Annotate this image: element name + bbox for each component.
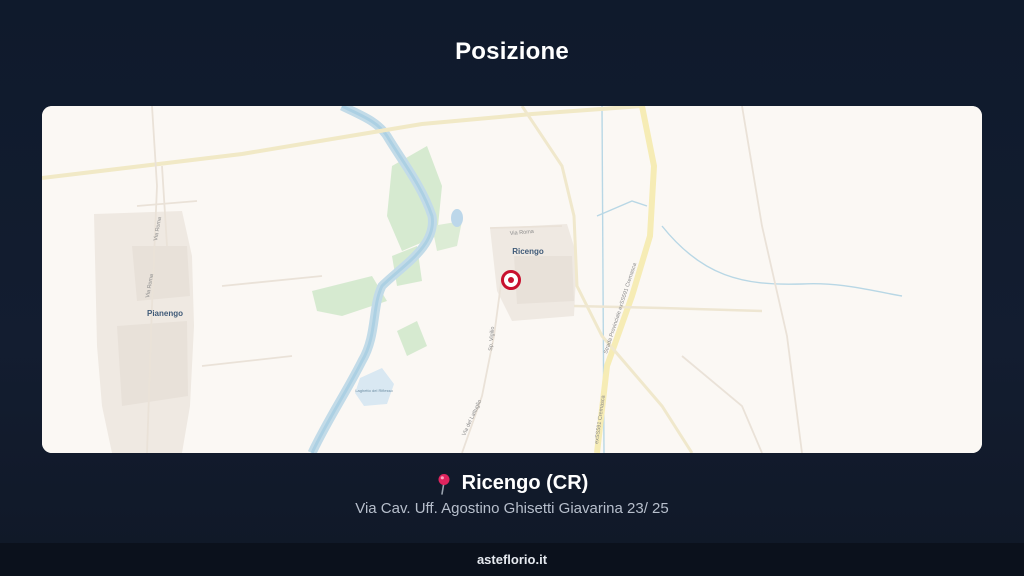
map-label-pianengo: Pianengo	[147, 309, 183, 318]
map-label-ricengo: Ricengo	[512, 247, 544, 256]
lake-label: Laghetto del Riflesso	[355, 388, 393, 393]
round-pushpin-icon	[438, 473, 450, 495]
map-view[interactable]: Ricengo Pianengo Via Roma Via Roma Via R…	[42, 106, 982, 453]
footer: asteflorio.it	[0, 543, 1024, 576]
pianengo-urban-area	[94, 211, 194, 453]
location-marker-icon[interactable]	[501, 270, 521, 290]
page-title: Posizione	[455, 38, 569, 65]
location-address: Via Cav. Uff. Agostino Ghisetti Giavarin…	[355, 500, 669, 517]
location-heading: Ricengo (CR)	[436, 472, 589, 495]
location-block: Ricengo (CR)	[0, 472, 1024, 500]
footer-brand: asteflorio.it	[476, 552, 548, 567]
location-name: Ricengo (CR)	[461, 472, 589, 494]
map-canvas[interactable]: Ricengo Pianengo Via Roma Via Roma Via R…	[42, 106, 982, 453]
